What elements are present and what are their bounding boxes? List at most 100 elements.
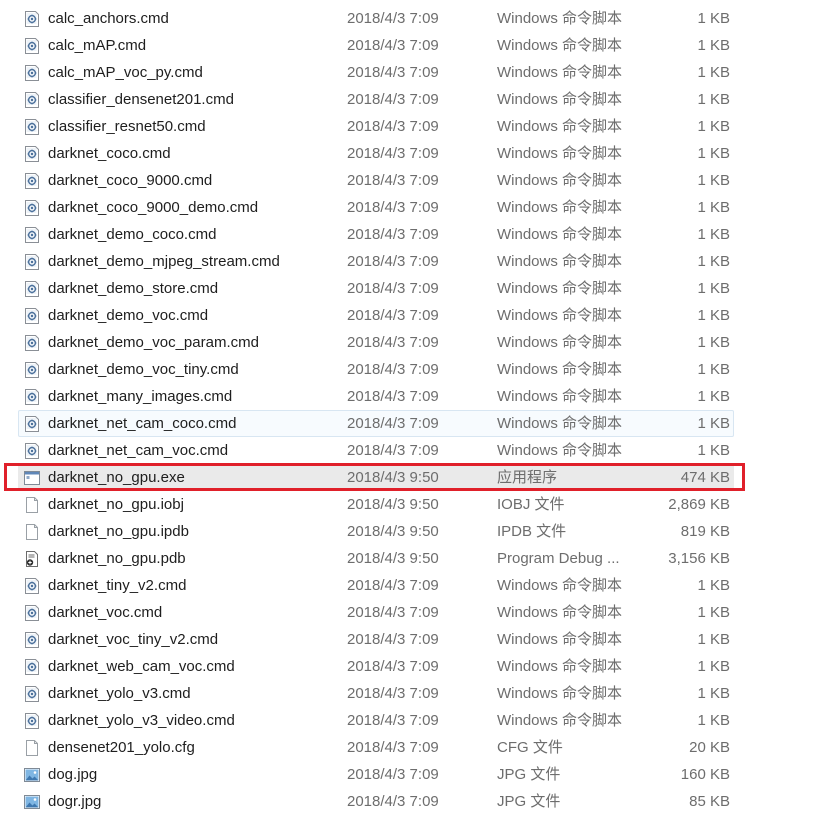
file-size: 1 KB (697, 226, 730, 243)
file-size: 1 KB (697, 577, 730, 594)
file-row[interactable]: darknet_demo_voc_tiny.cmd 2018/4/3 7:09 Wi… (0, 356, 818, 383)
file-modified-date: 2018/4/3 7:09 (347, 253, 439, 270)
file-modified-date: 2018/4/3 7:09 (347, 415, 439, 432)
cmd-script-icon (23, 334, 41, 352)
file-modified-date: 2018/4/3 7:09 (347, 739, 439, 756)
file-row[interactable]: densenet201_yolo.cfg 2018/4/3 7:09 CFG 文件 2… (0, 734, 818, 761)
file-row[interactable]: calc_mAP_voc_py.cmd 2018/4/3 7:09 Windows … (0, 59, 818, 86)
file-size: 1 KB (697, 64, 730, 81)
file-type: Windows 命令脚本 (497, 577, 623, 594)
file-modified-date: 2018/4/3 7:09 (347, 712, 439, 729)
file-name: darknet_coco.cmd (48, 145, 171, 162)
file-row[interactable]: darknet_demo_store.cmd 2018/4/3 7:09 Windo… (0, 275, 818, 302)
file-modified-date: 2018/4/3 7:09 (347, 577, 439, 594)
cmd-script-icon (23, 631, 41, 649)
file-row[interactable]: darknet_web_cam_voc.cmd 2018/4/3 7:09 Wind… (0, 653, 818, 680)
file-row[interactable]: darknet_coco.cmd 2018/4/3 7:09 Windows 命令脚… (0, 140, 818, 167)
file-size: 1 KB (697, 37, 730, 54)
file-row[interactable]: darknet_net_cam_coco.cmd 2018/4/3 7:09 Win… (18, 410, 734, 437)
file-type: Windows 命令脚本 (497, 658, 623, 675)
file-modified-date: 2018/4/3 7:09 (347, 766, 439, 783)
file-size: 1 KB (697, 145, 730, 162)
file-name: dogr.jpg (48, 793, 102, 810)
file-name: darknet_voc.cmd (48, 604, 163, 621)
file-row[interactable]: darknet_no_gpu.iobj 2018/4/3 9:50 IOBJ 文件 2… (0, 491, 818, 518)
file-modified-date: 2018/4/3 7:09 (347, 658, 439, 675)
file-type: Windows 命令脚本 (497, 685, 623, 702)
file-name: darknet_demo_voc.cmd (48, 307, 209, 324)
file-size: 160 KB (680, 766, 730, 783)
file-row[interactable]: darknet_yolo_v3.cmd 2018/4/3 7:09 Windows … (0, 680, 818, 707)
file-row[interactable]: classifier_densenet201.cmd 2018/4/3 7:09 W… (0, 86, 818, 113)
file-modified-date: 2018/4/3 7:09 (347, 307, 439, 324)
cmd-script-icon (23, 37, 41, 55)
file-modified-date: 2018/4/3 7:09 (347, 334, 439, 351)
cmd-script-icon (23, 91, 41, 109)
cmd-script-icon (23, 307, 41, 325)
file-row[interactable]: dog.jpg 2018/4/3 7:09 JPG 文件 160 KB (0, 761, 818, 788)
file-size: 1 KB (697, 91, 730, 108)
file-row[interactable]: darknet_demo_coco.cmd 2018/4/3 7:09 Window… (0, 221, 818, 248)
file-type: Windows 命令脚本 (497, 37, 623, 54)
file-modified-date: 2018/4/3 7:09 (347, 442, 439, 459)
file-row[interactable]: darknet_many_images.cmd 2018/4/3 7:09 Wind… (0, 383, 818, 410)
file-row[interactable]: darknet_demo_voc.cmd 2018/4/3 7:09 Windows… (0, 302, 818, 329)
file-size: 1 KB (697, 604, 730, 621)
file-row[interactable]: darknet_voc_tiny_v2.cmd 2018/4/3 7:09 Wind… (0, 626, 818, 653)
file-row[interactable]: calc_anchors.cmd 2018/4/3 7:09 Windows 命令脚… (0, 5, 818, 32)
file-size: 85 KB (689, 793, 730, 810)
file-row[interactable]: dogr.jpg 2018/4/3 7:09 JPG 文件 85 KB (0, 788, 818, 815)
file-row[interactable]: darknet_voc.cmd 2018/4/3 7:09 Windows 命令脚本… (0, 599, 818, 626)
file-row[interactable]: darknet_demo_mjpeg_stream.cmd 2018/4/3 7:… (0, 248, 818, 275)
file-size: 1 KB (697, 631, 730, 648)
file-size: 1 KB (697, 415, 730, 432)
file-type: CFG 文件 (497, 739, 563, 756)
file-modified-date: 2018/4/3 7:09 (347, 37, 439, 54)
file-row[interactable]: classifier_resnet50.cmd 2018/4/3 7:09 Wind… (0, 113, 818, 140)
file-row[interactable]: darknet_coco_9000.cmd 2018/4/3 7:09 Window… (0, 167, 818, 194)
exe-app-icon (23, 469, 41, 487)
file-row[interactable]: darknet_no_gpu.pdb 2018/4/3 9:50 Program D… (0, 545, 818, 572)
file-row[interactable]: darknet_coco_9000_demo.cmd 2018/4/3 7:09 W… (0, 194, 818, 221)
file-row[interactable]: darknet_no_gpu.ipdb 2018/4/3 9:50 IPDB 文件 8… (0, 518, 818, 545)
blank-file-icon (23, 739, 41, 757)
file-size: 1 KB (697, 712, 730, 729)
blank-file-icon (23, 496, 41, 514)
file-list: calc_anchors.cmd 2018/4/3 7:09 Windows 命令脚… (0, 5, 818, 815)
file-row[interactable]: darknet_tiny_v2.cmd 2018/4/3 7:09 Windows … (0, 572, 818, 599)
file-modified-date: 2018/4/3 9:50 (347, 496, 439, 513)
file-modified-date: 2018/4/3 9:50 (347, 550, 439, 567)
file-row[interactable]: darknet_net_cam_voc.cmd 2018/4/3 7:09 Wind… (0, 437, 818, 464)
file-type: Windows 命令脚本 (497, 631, 623, 648)
file-row[interactable]: darknet_no_gpu.exe 2018/4/3 9:50 应用程序 474 K… (18, 464, 734, 491)
file-type: Windows 命令脚本 (497, 91, 623, 108)
file-type: Windows 命令脚本 (497, 442, 623, 459)
pdb-file-icon (23, 550, 41, 568)
cmd-script-icon (23, 388, 41, 406)
file-name: darknet_many_images.cmd (48, 388, 233, 405)
file-row[interactable]: darknet_demo_voc_param.cmd 2018/4/3 7:09 W… (0, 329, 818, 356)
file-row[interactable]: calc_mAP.cmd 2018/4/3 7:09 Windows 命令脚本 1 K… (0, 32, 818, 59)
file-row[interactable]: darknet_yolo_v3_video.cmd 2018/4/3 7:09 Wi… (0, 707, 818, 734)
file-size: 1 KB (697, 442, 730, 459)
file-name: darknet_no_gpu.iobj (48, 496, 184, 513)
cmd-script-icon (23, 361, 41, 379)
file-size: 1 KB (697, 334, 730, 351)
file-modified-date: 2018/4/3 7:09 (347, 280, 439, 297)
cmd-script-icon (23, 118, 41, 136)
cmd-script-icon (23, 64, 41, 82)
cmd-script-icon (23, 577, 41, 595)
file-type: Windows 命令脚本 (497, 145, 623, 162)
file-type: 应用程序 (497, 469, 558, 486)
image-file-icon (23, 793, 41, 811)
file-name: darknet_no_gpu.exe (48, 469, 185, 486)
file-type: Windows 命令脚本 (497, 334, 623, 351)
image-file-icon (23, 766, 41, 784)
file-name: darknet_coco_9000_demo.cmd (48, 199, 259, 216)
cmd-script-icon (23, 415, 41, 433)
file-modified-date: 2018/4/3 7:09 (347, 64, 439, 81)
file-name: classifier_resnet50.cmd (48, 118, 206, 135)
file-size: 1 KB (697, 199, 730, 216)
file-name: darknet_no_gpu.pdb (48, 550, 186, 567)
cmd-script-icon (23, 10, 41, 28)
